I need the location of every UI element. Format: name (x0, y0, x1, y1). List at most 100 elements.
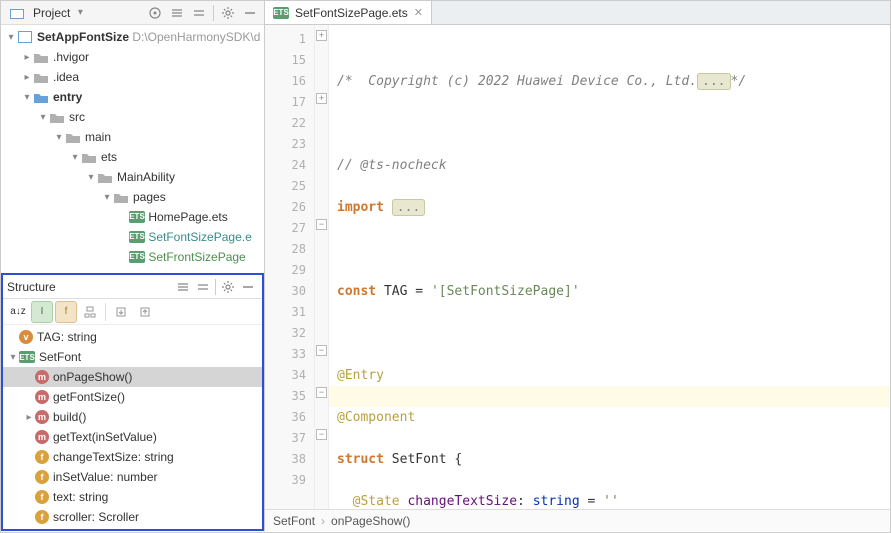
variable-icon: v (19, 330, 33, 344)
method-icon: m (35, 410, 49, 424)
folder-icon (49, 109, 65, 125)
project-panel-header: Project ▾ (1, 1, 264, 25)
structure-panel-header: Structure (3, 275, 262, 299)
structure-item-insetvalue[interactable]: f inSetValue: number (3, 467, 262, 487)
fold-expand-icon[interactable]: + (316, 93, 327, 104)
structure-label: inSetValue: number (53, 470, 158, 484)
close-icon[interactable]: ✕ (414, 6, 423, 19)
code-editor[interactable]: 1151617222324252627282930313233343536373… (265, 25, 890, 509)
tab-label: SetFontSizePage.ets (295, 6, 408, 20)
fold-collapse-icon[interactable]: − (316, 219, 327, 230)
structure-item-onpageshow[interactable]: monPageShow() (3, 367, 262, 387)
filter-fields-button[interactable]: f (55, 301, 77, 323)
tree-label: .hvigor (53, 50, 89, 64)
tree-node-idea[interactable]: ▸.idea (1, 67, 264, 87)
tree-node-main[interactable]: ▾main (1, 127, 264, 147)
project-panel-title[interactable]: Project ▾ (5, 5, 90, 21)
project-tree: ▾SetAppFontSize D:\OpenHarmonySDK\d ▸.hv… (1, 25, 264, 273)
tree-node-ets[interactable]: ▾ets (1, 147, 264, 167)
separator (213, 5, 214, 21)
tree-label: HomePage.ets (148, 210, 227, 224)
editor-tab-setfontsizepage[interactable]: ETS SetFontSizePage.ets ✕ (265, 1, 432, 24)
autoscroll-from-source-button[interactable] (134, 301, 156, 323)
structure-item-scroller[interactable]: fscroller: Scroller (3, 507, 262, 527)
tree-file-setfont[interactable]: ETS SetFontSizePage.e (1, 227, 264, 247)
ets-file-icon: ETS (273, 7, 289, 19)
structure-label: getFontSize() (53, 390, 125, 404)
breadcrumb-item[interactable]: SetFont (273, 514, 315, 528)
filter-interface-button[interactable]: I (31, 301, 53, 323)
tree-label: MainAbility (117, 170, 175, 184)
ets-file-icon: ETS (129, 211, 145, 223)
structure-label: onPageShow() (53, 370, 132, 384)
tree-root-path: D:\OpenHarmonySDK\d (132, 30, 260, 44)
autoscroll-to-source-button[interactable] (110, 301, 132, 323)
class-icon: ETS (19, 351, 35, 363)
tree-node-mainability[interactable]: ▾MainAbility (1, 167, 264, 187)
code-content[interactable]: /* Copyright (c) 2022 Huawei Device Co.,… (329, 25, 890, 509)
hide-panel-icon[interactable] (240, 3, 260, 23)
expand-all-icon[interactable] (173, 277, 193, 297)
sort-alpha-button[interactable]: a↓z (7, 301, 29, 323)
tree-label: entry (53, 90, 82, 104)
tree-file-setfront[interactable]: ETS SetFrontSizePage (1, 247, 264, 267)
separator (215, 279, 216, 295)
structure-title-label: Structure (7, 280, 56, 294)
tree-node-hvigor[interactable]: ▸.hvigor (1, 47, 264, 67)
filter-inherited-button[interactable] (79, 301, 101, 323)
module-icon (17, 29, 33, 45)
folder-icon (97, 169, 113, 185)
breadcrumb-item[interactable]: onPageShow() (331, 514, 410, 528)
folder-icon (113, 189, 129, 205)
collapse-all-icon[interactable] (189, 3, 209, 23)
tree-label: ets (101, 150, 117, 164)
fold-collapse-icon[interactable]: − (316, 429, 327, 440)
expand-all-icon[interactable] (167, 3, 187, 23)
project-title-label: Project (33, 6, 70, 20)
structure-item-getfontsize[interactable]: m getFontSize() (3, 387, 262, 407)
structure-label: scroller: Scroller (53, 510, 139, 524)
tree-node-pages[interactable]: ▾pages (1, 187, 264, 207)
structure-label: build() (53, 410, 86, 424)
fold-collapse-icon[interactable]: − (316, 345, 327, 356)
fold-gutter[interactable]: + + − − − − (315, 25, 329, 509)
tree-label: pages (133, 190, 166, 204)
field-icon: f (35, 490, 49, 504)
structure-item-tag[interactable]: vTAG: string (3, 327, 262, 347)
tree-node-src[interactable]: ▾src (1, 107, 264, 127)
tree-file-homepage[interactable]: ETS HomePage.ets (1, 207, 264, 227)
editor-tabs: ETS SetFontSizePage.ets ✕ (265, 1, 890, 25)
structure-item-setfont[interactable]: ▾ETSSetFont (3, 347, 262, 367)
locate-icon[interactable] (145, 3, 165, 23)
folder-icon (81, 149, 97, 165)
gear-icon[interactable] (218, 277, 238, 297)
ets-file-icon: ETS (129, 231, 145, 243)
structure-toolbar: a↓z I f (3, 299, 262, 325)
tree-node-entry[interactable]: ▾entry (1, 87, 264, 107)
line-gutter: 1151617222324252627282930313233343536373… (265, 25, 315, 509)
module-folder-icon (33, 89, 49, 105)
method-icon: m (35, 430, 49, 444)
tree-label: SetFontSizePage.e (148, 230, 251, 244)
fold-collapse-icon[interactable]: − (316, 387, 327, 398)
structure-label: text: string (53, 490, 108, 504)
structure-item-build[interactable]: ▸mbuild() (3, 407, 262, 427)
structure-label: SetFont (39, 350, 81, 364)
folder-icon (33, 69, 49, 85)
folder-icon (33, 49, 49, 65)
project-icon (9, 5, 25, 21)
separator (105, 303, 106, 321)
gear-icon[interactable] (218, 3, 238, 23)
structure-item-changetext[interactable]: fchangeTextSize: string (3, 447, 262, 467)
structure-label: changeTextSize: string (53, 450, 174, 464)
hide-panel-icon[interactable] (238, 277, 258, 297)
collapse-all-icon[interactable] (193, 277, 213, 297)
field-icon: f (35, 470, 49, 484)
tree-root[interactable]: ▾SetAppFontSize D:\OpenHarmonySDK\d (1, 27, 264, 47)
method-icon: m (35, 390, 49, 404)
structure-item-text[interactable]: f text: string (3, 487, 262, 507)
tree-label: main (85, 130, 111, 144)
fold-expand-icon[interactable]: + (316, 30, 327, 41)
structure-item-gettext[interactable]: mgetText(inSetValue) (3, 427, 262, 447)
breadcrumb[interactable]: SetFont › onPageShow() (265, 509, 890, 531)
